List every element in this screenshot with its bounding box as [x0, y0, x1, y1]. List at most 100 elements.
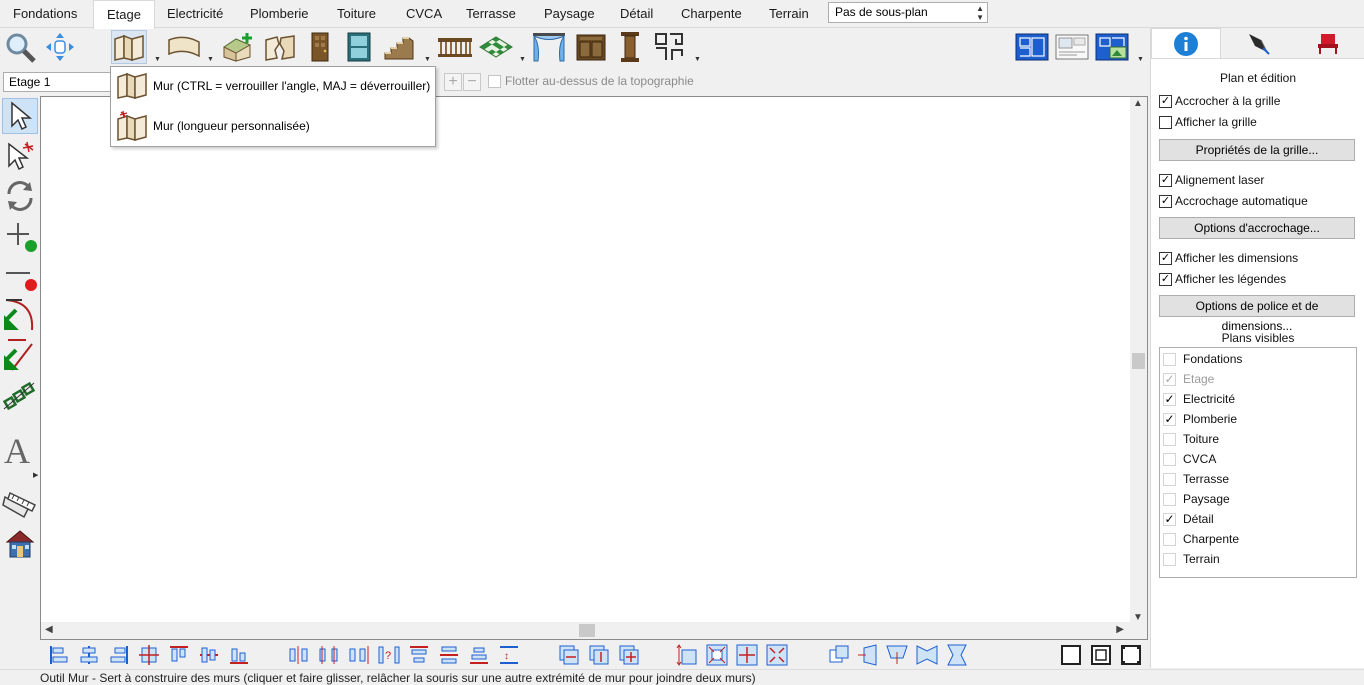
plan-checkbox[interactable] — [1163, 493, 1176, 506]
delete-point-tool-button[interactable] — [2, 258, 38, 294]
tab-info[interactable] — [1151, 28, 1221, 58]
tab-terrain[interactable]: Terrain — [769, 0, 809, 28]
mirror-v-button[interactable] — [946, 644, 968, 666]
plan-view-button[interactable] — [1014, 30, 1050, 64]
add-floor-button[interactable]: + — [444, 73, 462, 91]
distribute-h-button[interactable] — [288, 644, 310, 666]
select-tool-button[interactable] — [2, 98, 38, 134]
3d-view-button[interactable] — [1094, 30, 1130, 64]
tab-charpente[interactable]: Charpente — [681, 0, 742, 28]
cabinet-tool-button[interactable] — [573, 30, 609, 64]
plan-checkbox[interactable] — [1163, 453, 1176, 466]
laser-align-checkbox[interactable]: ✓ — [1159, 174, 1172, 187]
frame-single-button[interactable] — [1060, 644, 1082, 666]
tab-electricite[interactable]: Electricité — [167, 0, 223, 28]
plan-checkbox[interactable]: ✓ — [1163, 513, 1176, 526]
center-in-button[interactable] — [736, 644, 758, 666]
plan-item-toiture[interactable]: Toiture — [1160, 429, 1356, 449]
plan-item-terrasse[interactable]: Terrasse — [1160, 469, 1356, 489]
symbol-tool-button[interactable] — [651, 30, 687, 64]
layout-view-button[interactable] — [1054, 30, 1090, 64]
plan-checkbox[interactable] — [1163, 353, 1176, 366]
railing-tool-button[interactable] — [437, 30, 473, 64]
floor-select[interactable]: Etage 1 — [3, 72, 111, 92]
plan-item-charpente[interactable]: Charpente — [1160, 529, 1356, 549]
wall-tool-button[interactable] — [111, 30, 147, 64]
view-dropdown-icon[interactable]: ▼ — [1137, 56, 1144, 63]
mirror-top-button[interactable] — [886, 644, 908, 666]
pan-tool-button[interactable] — [42, 30, 78, 64]
snap-grid-checkbox[interactable]: ✓ — [1159, 95, 1172, 108]
center-out-button[interactable] — [766, 644, 788, 666]
tab-furniture[interactable] — [1293, 28, 1363, 58]
plan-checkbox[interactable] — [1163, 473, 1176, 486]
show-captions-checkbox[interactable]: ✓ — [1159, 273, 1172, 286]
break-line-tool-button[interactable] — [2, 378, 38, 414]
plan-item-detail[interactable]: ✓ Détail — [1160, 509, 1356, 529]
space-middle-button[interactable] — [438, 644, 460, 666]
tab-detail[interactable]: Détail — [620, 0, 653, 28]
3d-house-tool-button[interactable] — [2, 526, 38, 562]
plan-checkbox[interactable] — [1163, 433, 1176, 446]
align-middle-button[interactable] — [198, 644, 220, 666]
grid-properties-button[interactable]: Propriétés de la grille... — [1159, 139, 1355, 161]
horizontal-scrollbar[interactable]: ◀ ▶ — [41, 622, 1130, 639]
horizontal-scroll-thumb[interactable] — [579, 624, 595, 637]
align-center-h-button[interactable] — [78, 644, 100, 666]
tab-drawing[interactable] — [1223, 28, 1293, 58]
plan-item-electricite[interactable]: ✓ Electricité — [1160, 389, 1356, 409]
plan-checkbox[interactable] — [1163, 533, 1176, 546]
show-grid-checkbox[interactable] — [1159, 116, 1172, 129]
stretch-width-button[interactable] — [558, 644, 580, 666]
align-top-button[interactable] — [168, 644, 190, 666]
plan-item-cvca[interactable]: CVCA — [1160, 449, 1356, 469]
window-tool-button[interactable] — [341, 30, 377, 64]
camera-tool-button[interactable] — [2, 486, 38, 522]
vertical-scrollbar[interactable]: ▲ ▼ — [1130, 97, 1147, 624]
tab-etage[interactable]: Etage — [93, 0, 155, 29]
copy-transform-button[interactable] — [828, 644, 850, 666]
add-point-tool-button[interactable] — [2, 218, 38, 254]
scroll-left-icon[interactable]: ◀ — [45, 624, 53, 635]
drawing-canvas[interactable]: ▲ ▼ ◀ ▶ — [40, 96, 1148, 640]
zoom-tool-button[interactable] — [2, 30, 38, 64]
plan-checkbox[interactable]: ✓ — [1163, 413, 1176, 426]
font-dimensions-button[interactable]: Options de police et de dimensions... — [1159, 295, 1355, 333]
frame-double-button[interactable] — [1090, 644, 1112, 666]
plan-item-plomberie[interactable]: ✓ Plomberie — [1160, 409, 1356, 429]
plan-item-terrain[interactable]: Terrain — [1160, 549, 1356, 569]
stretch-height-button[interactable] — [588, 644, 610, 666]
tab-toiture[interactable]: Toiture — [337, 0, 376, 28]
distribute-question-button[interactable]: ? — [378, 644, 400, 666]
tab-paysage[interactable]: Paysage — [544, 0, 595, 28]
room-tool-button[interactable] — [220, 30, 256, 64]
symbol-dropdown-icon[interactable]: ▼ — [694, 56, 701, 63]
auto-snap-checkbox[interactable]: ✓ — [1159, 195, 1172, 208]
join-curve-tool-button[interactable] — [2, 298, 38, 334]
stairs-tool-button[interactable] — [381, 30, 417, 64]
wall-dropdown-icon[interactable]: ▼ — [154, 56, 161, 63]
tab-terrasse[interactable]: Terrasse — [466, 0, 516, 28]
menu-item-wall-custom-length[interactable]: Mur (longueur personnalisée) — [111, 107, 435, 145]
show-dimensions-checkbox[interactable]: ✓ — [1159, 252, 1172, 265]
remove-floor-button[interactable]: − — [463, 73, 481, 91]
curved-wall-button[interactable] — [166, 30, 202, 64]
mirror-h-button[interactable] — [916, 644, 938, 666]
plan-item-paysage[interactable]: Paysage — [1160, 489, 1356, 509]
rotate-tool-button[interactable] — [2, 178, 38, 214]
plan-checkbox[interactable]: ✓ — [1163, 393, 1176, 406]
align-left-button[interactable] — [48, 644, 70, 666]
join-line-tool-button[interactable] — [2, 338, 38, 374]
distribute-right-button[interactable] — [348, 644, 370, 666]
align-right-button[interactable] — [108, 644, 130, 666]
mirror-left-button[interactable] — [856, 644, 878, 666]
shrink-button[interactable] — [706, 644, 728, 666]
space-top-button[interactable] — [408, 644, 430, 666]
frame-corners-button[interactable] — [1120, 644, 1142, 666]
floor-tile-button[interactable] — [478, 30, 514, 64]
text-tool-button[interactable]: A — [2, 431, 38, 469]
scroll-right-icon[interactable]: ▶ — [1116, 624, 1124, 635]
float-topo-checkbox[interactable] — [488, 75, 501, 88]
column-tool-button[interactable] — [612, 30, 648, 64]
door-tool-button[interactable] — [302, 30, 338, 64]
